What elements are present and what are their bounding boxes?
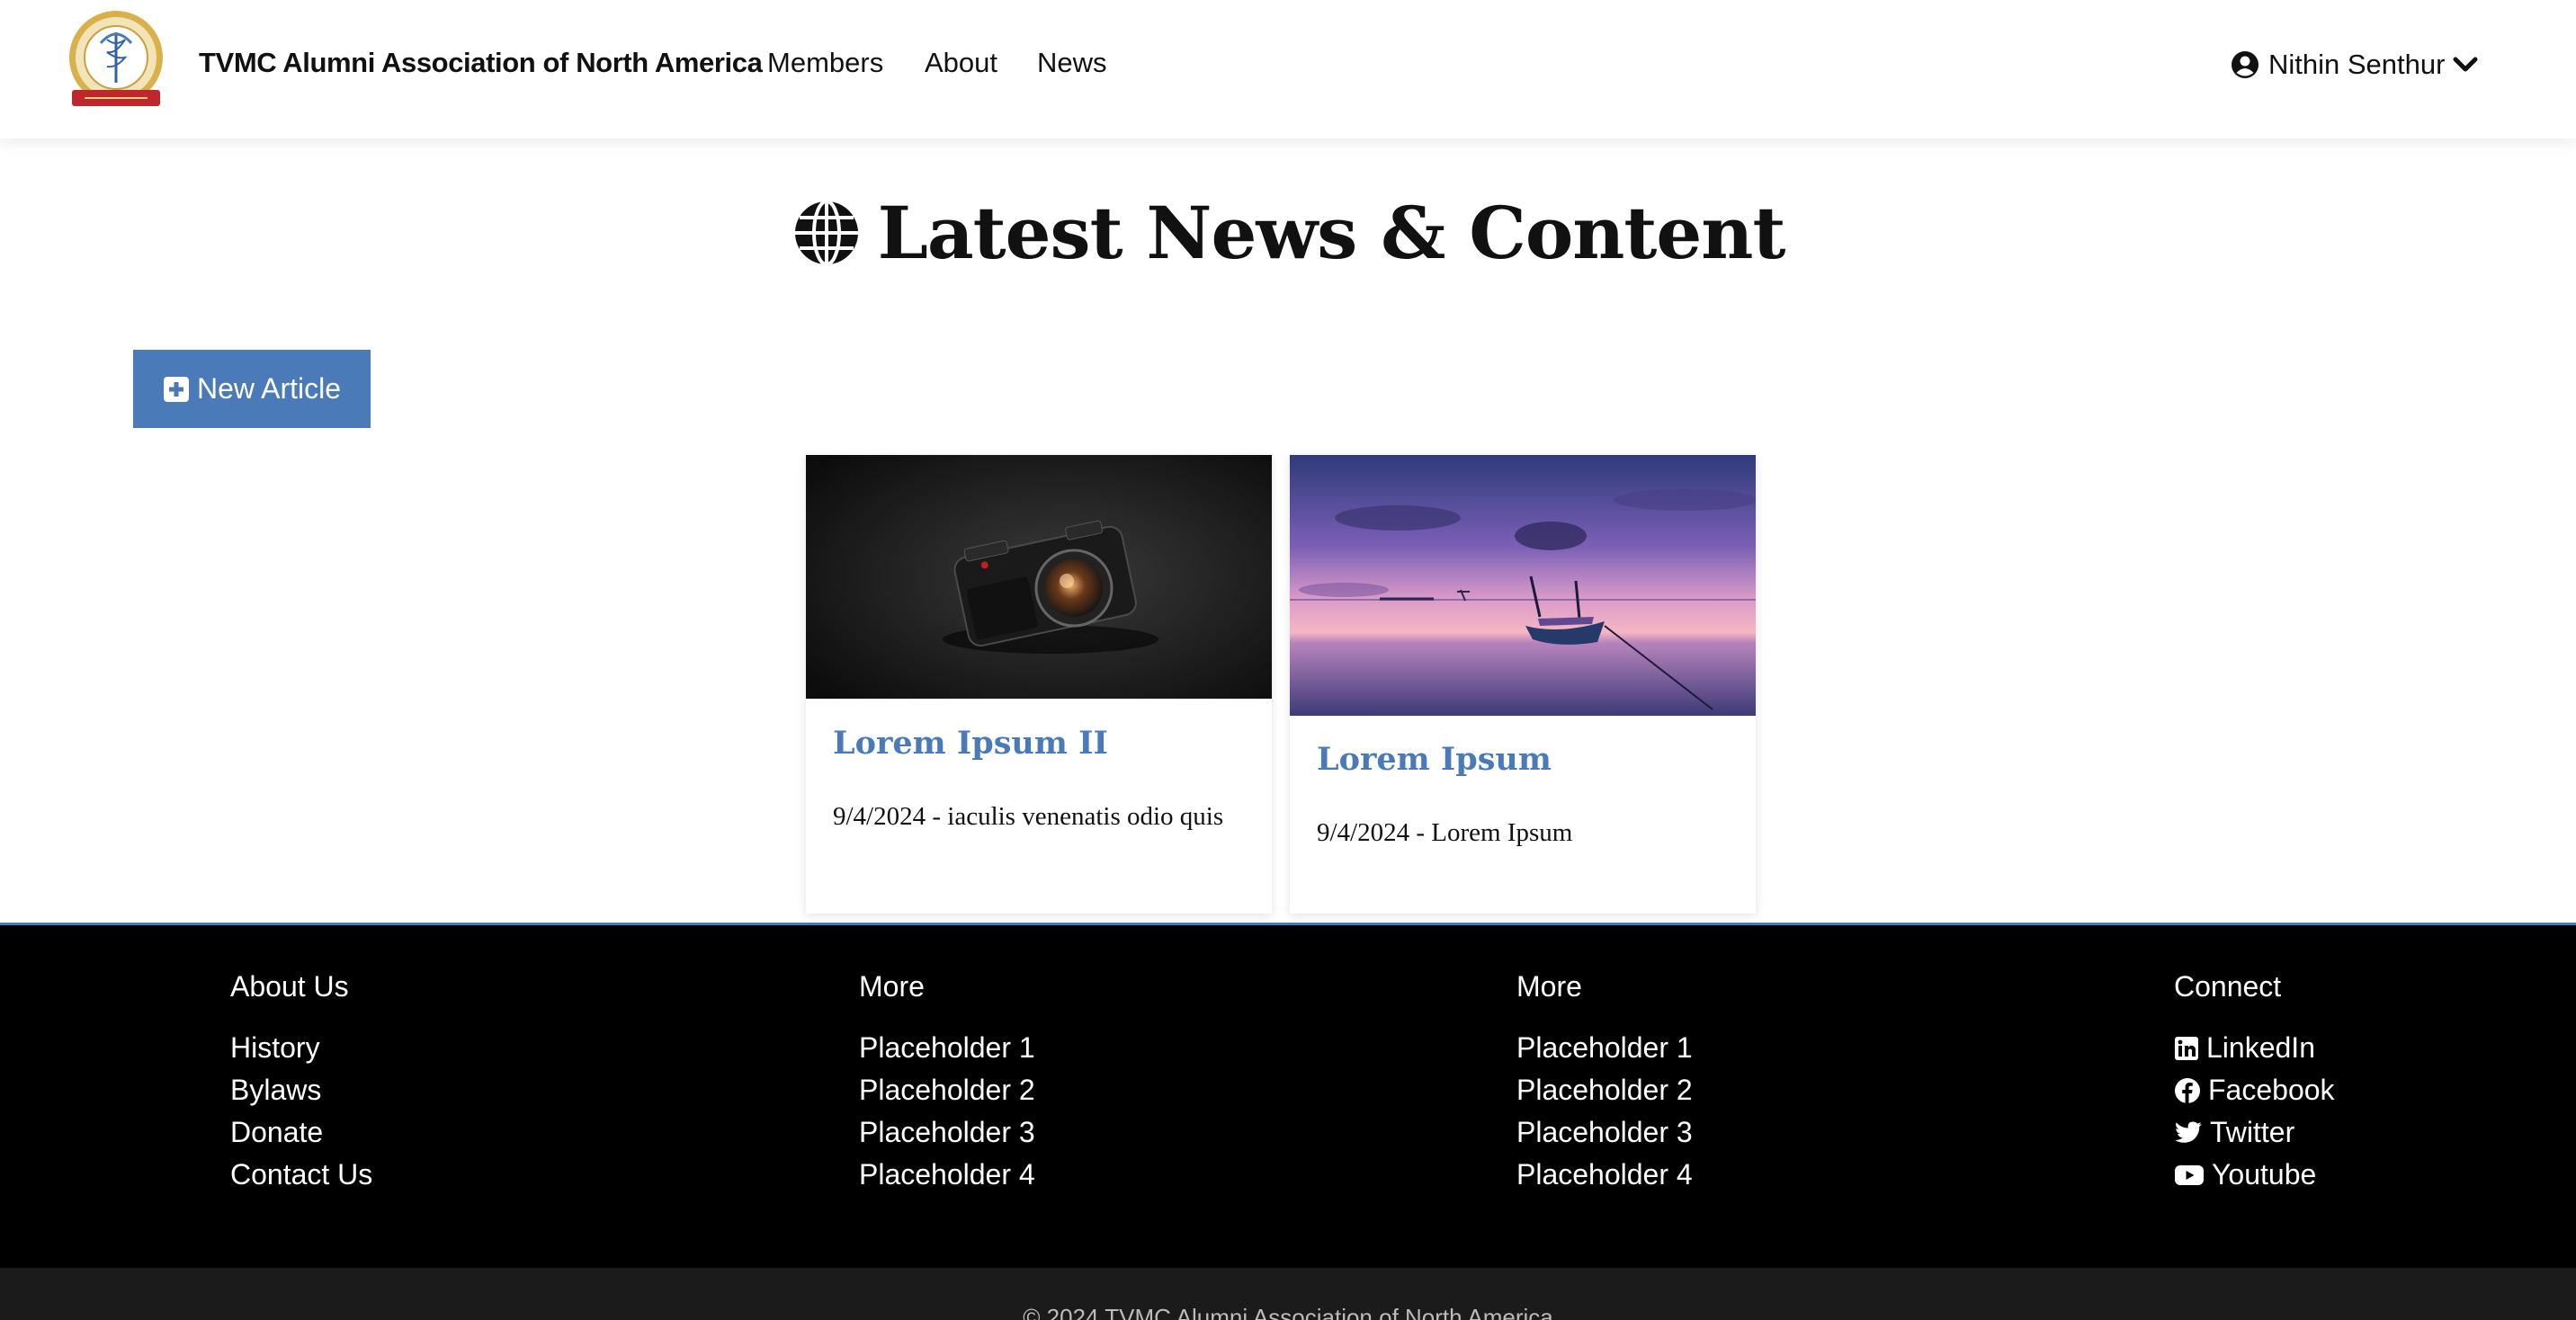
footer-column-more-2: More Placeholder 1 Placeholder 2 Placeho… [1516,970,1693,1196]
footer-column-about: About Us History Bylaws Donate Contact U… [230,970,372,1196]
new-article-label: New Article [196,372,342,405]
footer-link-history[interactable]: History [230,1027,372,1069]
footer-link-linkedin[interactable]: LinkedIn [2174,1027,2335,1069]
article-summary: 9/4/2024 - Lorem Ipsum [1317,818,1573,847]
user-name: Nithin Senthur [2268,49,2446,80]
twitter-icon [2175,1121,2202,1143]
footer-link-bylaws[interactable]: Bylaws [230,1069,372,1111]
page-title: Latest News & Content [0,191,2576,275]
navbar: TVMC Alumni Association of North America… [0,0,2576,138]
linkedin-icon [2175,1036,2198,1060]
article-title[interactable]: Lorem Ipsum II [833,725,1108,762]
association-logo[interactable] [65,7,167,113]
nav-news[interactable]: News [1037,47,1107,79]
footer: About Us History Bylaws Donate Contact U… [0,923,2576,1268]
copyright-text: © 2024 TVMC Alumni Association of North … [1023,1304,1553,1320]
youtube-icon [2175,1164,2204,1185]
footer-link-donate[interactable]: Donate [230,1111,372,1154]
article-card[interactable]: Lorem Ipsum II 9/4/2024 - iaculis venena… [806,455,1272,914]
footer-link-placeholder[interactable]: Placeholder 1 [1516,1027,1693,1069]
plus-square-icon [163,376,189,402]
footer-link-placeholder[interactable]: Placeholder 1 [859,1027,1035,1069]
footer-link-placeholder[interactable]: Placeholder 2 [859,1069,1035,1111]
footer-link-placeholder[interactable]: Placeholder 4 [859,1154,1035,1196]
footer-link-contact[interactable]: Contact Us [230,1154,372,1196]
camera-photo [806,455,1272,699]
footer-link-label: LinkedIn [2206,1031,2315,1064]
footer-link-label: Twitter [2210,1116,2295,1148]
chevron-down-icon [2453,57,2478,72]
user-circle-icon [2232,51,2258,78]
facebook-icon [2175,1077,2200,1103]
article-summary: 9/4/2024 - iaculis venenatis odio quis [833,802,1224,831]
footer-link-label: Youtube [2212,1158,2317,1191]
footer-column-more: More Placeholder 1 Placeholder 2 Placeho… [859,970,1035,1196]
footer-link-label: Facebook [2208,1074,2335,1106]
nav-about[interactable]: About [925,47,997,79]
article-card[interactable]: Lorem Ipsum 9/4/2024 - Lorem Ipsum [1290,455,1756,914]
footer-link-placeholder[interactable]: Placeholder 4 [1516,1154,1693,1196]
footer-heading: More [859,970,925,1003]
footer-link-youtube[interactable]: Youtube [2174,1154,2335,1196]
user-menu-dropdown[interactable]: Nithin Senthur [2231,45,2479,85]
copyright-bar: © 2024 TVMC Alumni Association of North … [0,1268,2576,1320]
article-title[interactable]: Lorem Ipsum [1317,741,1552,778]
footer-column-connect: Connect LinkedIn Facebook Twitter Youtub… [2174,970,2335,1196]
footer-link-twitter[interactable]: Twitter [2174,1111,2335,1154]
footer-link-placeholder[interactable]: Placeholder 2 [1516,1069,1693,1111]
page-title-text: Latest News & Content [877,191,1786,275]
footer-link-facebook[interactable]: Facebook [2174,1069,2335,1111]
footer-link-placeholder[interactable]: Placeholder 3 [1516,1111,1693,1154]
footer-heading: Connect [2174,970,2282,1003]
sunset-boat-photo [1290,455,1756,716]
nav-members[interactable]: Members [767,47,883,79]
globe-icon [794,200,858,266]
new-article-button[interactable]: New Article [133,350,371,428]
footer-link-placeholder[interactable]: Placeholder 3 [859,1111,1035,1154]
footer-heading: About Us [230,970,349,1003]
brand-title[interactable]: TVMC Alumni Association of North America [199,47,763,79]
footer-heading: More [1516,970,1582,1003]
